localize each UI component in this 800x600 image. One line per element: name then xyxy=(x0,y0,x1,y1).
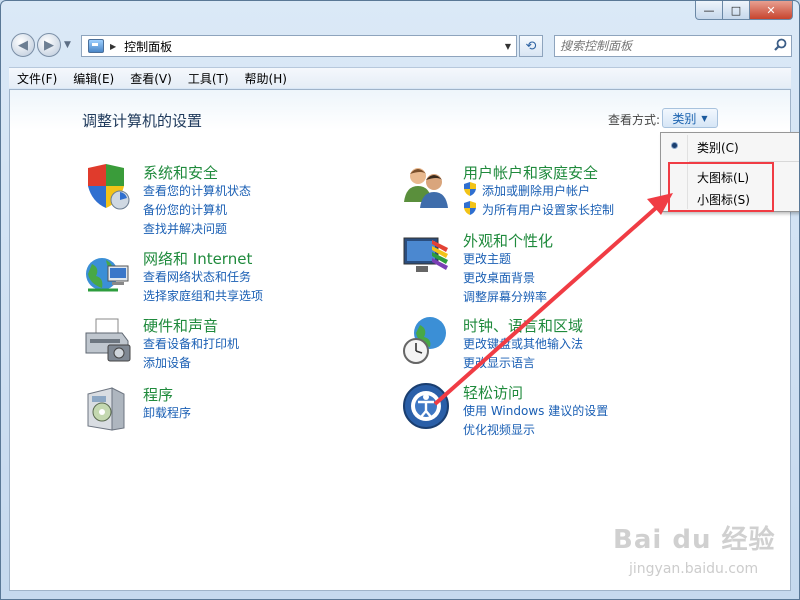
maximize-button[interactable]: □ xyxy=(723,1,750,20)
globe-clock-icon[interactable] xyxy=(402,315,452,365)
category-title-ease[interactable]: 轻松访问 xyxy=(463,382,523,403)
link-add-device[interactable]: 添加设备 xyxy=(143,354,191,371)
category-title-system[interactable]: 系统和安全 xyxy=(143,162,218,183)
link-windows-suggested-settings[interactable]: 使用 Windows 建议的设置 xyxy=(463,402,608,419)
menu-edit[interactable]: 编辑(E) xyxy=(65,70,122,87)
back-icon[interactable]: ◀ xyxy=(11,33,35,57)
users-icon[interactable] xyxy=(402,162,452,212)
chevron-down-icon: ▼ xyxy=(701,113,708,123)
search-input[interactable] xyxy=(555,38,769,54)
programs-box-icon[interactable] xyxy=(82,384,132,434)
link-optimize-video-display[interactable]: 优化视频显示 xyxy=(463,421,535,438)
link-homegroup-sharing[interactable]: 选择家庭组和共享选项 xyxy=(143,287,263,304)
radio-bullet-icon xyxy=(672,143,677,148)
network-globe-icon[interactable] xyxy=(82,248,132,298)
link-uninstall-program[interactable]: 卸载程序 xyxy=(143,404,191,421)
recent-pages-dropdown-icon[interactable]: ▼ xyxy=(64,40,71,50)
menu-item-large-icons[interactable]: 大图标(L) xyxy=(697,169,749,186)
breadcrumb-separator-icon[interactable]: ▶ xyxy=(110,42,116,51)
view-by-button[interactable]: 类别 ▼ xyxy=(662,108,718,128)
appearance-monitor-icon[interactable] xyxy=(402,230,452,280)
link-view-computer-status[interactable]: 查看您的计算机状态 xyxy=(143,182,251,199)
search-box[interactable] xyxy=(554,35,792,57)
menu-help[interactable]: 帮助(H) xyxy=(237,70,295,87)
menu-bar: 文件(F) 编辑(E) 查看(V) 工具(T) 帮助(H) xyxy=(9,67,791,88)
category-title-clock[interactable]: 时钟、语言和区域 xyxy=(463,315,583,336)
menu-item-small-icons[interactable]: 小图标(S) xyxy=(697,191,750,208)
shield-icon[interactable] xyxy=(82,162,132,212)
link-troubleshoot[interactable]: 查找并解决问题 xyxy=(143,220,227,237)
uac-shield-icon xyxy=(464,182,476,196)
menu-tools[interactable]: 工具(T) xyxy=(180,70,237,87)
caption-buttons: — □ ✕ xyxy=(695,1,793,20)
link-add-remove-accounts[interactable]: 添加或删除用户帐户 xyxy=(482,182,590,199)
uac-shield-icon xyxy=(464,201,476,215)
breadcrumb-control-panel[interactable]: 控制面板 xyxy=(124,38,500,55)
address-bar[interactable]: ▶ 控制面板 ▼ xyxy=(81,35,517,57)
address-dropdown-icon[interactable]: ▼ xyxy=(500,42,516,51)
link-adjust-resolution[interactable]: 调整屏幕分辨率 xyxy=(463,288,547,305)
menu-file[interactable]: 文件(F) xyxy=(9,70,65,87)
view-by-dropdown-menu: 类别(C) 大图标(L) 小图标(S) xyxy=(660,132,799,212)
minimize-button[interactable]: — xyxy=(695,1,723,20)
link-change-theme[interactable]: 更改主题 xyxy=(463,250,511,267)
menu-item-category[interactable]: 类别(C) xyxy=(697,139,739,156)
link-change-input-method[interactable]: 更改键盘或其他输入法 xyxy=(463,335,583,352)
refresh-icon[interactable]: ⟲ xyxy=(519,35,543,57)
link-devices-printers[interactable]: 查看设备和打印机 xyxy=(143,335,239,352)
ease-of-access-icon[interactable] xyxy=(402,382,452,432)
category-title-users[interactable]: 用户帐户和家庭安全 xyxy=(463,162,598,183)
printer-icon[interactable] xyxy=(82,315,132,365)
link-network-status[interactable]: 查看网络状态和任务 xyxy=(143,268,251,285)
link-backup-computer[interactable]: 备份您的计算机 xyxy=(143,201,227,218)
content-pane: 调整计算机的设置 查看方式: 类别 ▼ 系统和安全 查看您的计算机状态 备份您的… xyxy=(9,89,799,591)
close-button[interactable]: ✕ xyxy=(750,1,793,20)
link-parental-controls[interactable]: 为所有用户设置家长控制 xyxy=(482,201,614,218)
watermark-url: jingyan.baidu.com xyxy=(629,561,759,577)
navigation-buttons: ◀ ▶ ▼ xyxy=(11,33,71,57)
category-title-hardware[interactable]: 硬件和声音 xyxy=(143,315,218,336)
control-panel-window: — □ ✕ ◀ ▶ ▼ ▶ 控制面板 ▼ ⟲ 文件(F) 编辑(E) 查看(V)… xyxy=(0,0,800,600)
menu-view[interactable]: 查看(V) xyxy=(122,70,180,87)
view-by-label: 查看方式: xyxy=(608,113,661,127)
search-icon[interactable] xyxy=(769,38,791,55)
watermark-logo: Bai du 经验 xyxy=(613,525,776,555)
category-title-programs[interactable]: 程序 xyxy=(143,384,173,405)
link-change-desktop-background[interactable]: 更改桌面背景 xyxy=(463,269,535,286)
page-title: 调整计算机的设置 xyxy=(82,112,203,130)
link-change-display-language[interactable]: 更改显示语言 xyxy=(463,354,535,371)
view-by-value: 类别 xyxy=(672,111,697,126)
forward-icon[interactable]: ▶ xyxy=(37,33,61,57)
control-panel-icon xyxy=(88,39,104,53)
category-title-network[interactable]: 网络和 Internet xyxy=(143,248,252,269)
category-title-appearance[interactable]: 外观和个性化 xyxy=(463,230,553,251)
